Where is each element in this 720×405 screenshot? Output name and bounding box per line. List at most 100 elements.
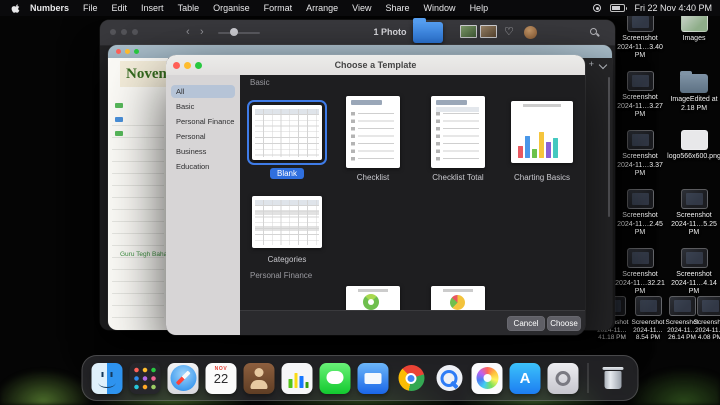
desktop-icon-label: Screenshot 2024-11…4.14 PM (671, 271, 717, 295)
folder-icon (680, 71, 708, 93)
dock-icon-finder[interactable] (91, 362, 123, 394)
calendar-event-text: Guru Tegh Baha (120, 251, 168, 258)
template-checklist-label: Checklist (356, 173, 390, 182)
dock-divider (587, 363, 589, 393)
desktop-icon-screenshot[interactable]: Screenshot 2024-11…3.27 PM (613, 71, 667, 120)
apple-menu-icon[interactable] (11, 3, 20, 14)
dock-icon-launchpad[interactable] (129, 362, 161, 394)
sidebar-item-basic[interactable]: Basic (171, 100, 235, 113)
screenshot-thumbnail-icon (634, 296, 662, 316)
menu-app-name[interactable]: Numbers (23, 3, 76, 13)
favorite-heart-icon[interactable]: ♡ (504, 25, 514, 38)
template-checklist[interactable] (346, 96, 400, 168)
desktop-icon-screenshot[interactable]: Screenshot 2024-11…4.14 PM (667, 248, 720, 297)
dialog-bottom-bar: Cancel Choose (240, 310, 585, 335)
template-blank-label: Blank (252, 168, 322, 179)
template-charting-basics[interactable] (511, 101, 573, 163)
zoom-button[interactable] (132, 29, 138, 35)
template-chooser-dialog: Choose a Template All Basic Personal Fin… (166, 55, 585, 335)
menu-window[interactable]: Window (417, 3, 463, 13)
blue-folder-icon[interactable] (413, 18, 443, 43)
calendar-event-marker (115, 117, 123, 122)
menu-insert[interactable]: Insert (134, 3, 171, 13)
zoom-slider[interactable] (218, 32, 260, 34)
dock-icon-trash[interactable] (598, 363, 629, 394)
dock-icon-quicktime[interactable] (434, 363, 465, 394)
calendar-event-marker (115, 131, 123, 136)
desktop-icon-screenshot[interactable]: Screenshot 2024-11…4.08 PM (690, 296, 720, 342)
menu-bar-left: Numbers File Edit Insert Table Organise … (8, 3, 495, 14)
desktop-icon-screenshot[interactable]: Screenshot 2024-11…32.21 PM (613, 248, 667, 297)
sidebar-item-personal-finance[interactable]: Personal Finance (171, 115, 235, 128)
dock-icon-system-settings[interactable] (547, 362, 579, 394)
menu-view[interactable]: View (345, 3, 378, 13)
dock-icon-messages[interactable] (319, 362, 351, 394)
screenshot-thumbnail-icon (680, 248, 708, 268)
dock-icon-safari[interactable] (167, 362, 199, 394)
add-sheet-icon[interactable]: + (589, 60, 594, 69)
menu-file[interactable]: File (76, 3, 105, 13)
template-categories[interactable] (252, 196, 322, 248)
screenshot-thumbnail-icon (626, 71, 654, 91)
menu-format[interactable]: Format (257, 3, 300, 13)
desktop-icon-label: Images (682, 35, 706, 42)
menu-bar: Numbers File Edit Insert Table Organise … (0, 0, 720, 16)
menu-help[interactable]: Help (463, 3, 496, 13)
desktop: Numbers File Edit Insert Table Organise … (0, 0, 720, 405)
close-button[interactable] (110, 29, 116, 35)
template-blank[interactable] (247, 100, 327, 165)
chevron-down-icon[interactable] (598, 60, 608, 70)
cancel-button[interactable]: Cancel (507, 315, 545, 331)
menu-arrange[interactable]: Arrange (299, 3, 345, 13)
minimize-button[interactable] (121, 29, 127, 35)
screenshot-thumbnail-icon (626, 189, 654, 209)
dock-icon-chrome[interactable] (396, 363, 427, 394)
forward-icon[interactable]: › (200, 25, 204, 39)
desktop-icon-label: Screenshot 2024-11…32.21 PM (615, 271, 665, 295)
avatar[interactable] (524, 26, 537, 39)
template-grid: Basic Blank Checklist Checklist Total Ch… (240, 75, 585, 335)
photo-thumbnail[interactable] (460, 25, 477, 38)
battery-icon[interactable] (610, 4, 628, 12)
menu-share[interactable]: Share (379, 3, 417, 13)
screen-record-icon[interactable] (593, 4, 602, 12)
desktop-icon-screenshot[interactable]: Screenshot 2024-11…3.37 PM (613, 130, 667, 179)
sidebar-item-education[interactable]: Education (171, 160, 235, 173)
back-icon[interactable]: ‹ (186, 25, 190, 39)
zoom-slider-knob[interactable] (230, 28, 238, 36)
template-categories-label: Categories (267, 255, 307, 264)
dock-icon-contacts[interactable] (243, 362, 275, 394)
desktop-icon-images[interactable]: Images (667, 12, 720, 44)
desktop-icon-png-file[interactable]: logo566x600.png (667, 130, 720, 162)
scrollbar[interactable] (608, 77, 610, 217)
desktop-icon-label: Screenshot 2024-11…4.08 PM (693, 319, 720, 341)
choose-button[interactable]: Choose (547, 315, 581, 331)
close-button[interactable] (116, 49, 121, 54)
desktop-icon-folder[interactable]: ImageEdited at 2.18 PM (667, 71, 720, 113)
dock-icon-mail[interactable] (357, 362, 389, 394)
search-icon[interactable] (590, 28, 597, 35)
dock-icon-photos[interactable] (471, 362, 503, 394)
desktop-icon-label: Screenshot 2024-11…5.25 PM (671, 212, 717, 236)
dock-icon-app-store[interactable] (509, 362, 541, 394)
sidebar-item-business[interactable]: Business (171, 145, 235, 158)
template-blank-pill[interactable]: Blank (269, 168, 304, 179)
dock: NOV 22 (81, 355, 639, 401)
screenshot-thumbnail-icon (696, 296, 720, 316)
zoom-button[interactable] (134, 49, 139, 54)
desktop-icon-screenshot[interactable]: Screenshot 2024-11…2.45 PM (613, 189, 667, 238)
screenshot-thumbnail-icon (680, 189, 708, 209)
menu-organise[interactable]: Organise (206, 3, 257, 13)
dock-icon-numbers[interactable] (281, 362, 313, 394)
menu-edit[interactable]: Edit (105, 3, 135, 13)
menu-bar-clock[interactable]: Fri 22 Nov 4:40 PM (634, 3, 712, 13)
dock-icon-calendar[interactable]: NOV 22 (205, 362, 237, 394)
minimize-button[interactable] (125, 49, 130, 54)
desktop-icon-screenshot[interactable]: Screenshot 2024-11…3.40 PM (613, 12, 667, 61)
desktop-icon-screenshot[interactable]: Screenshot 2024-11…5.25 PM (667, 189, 720, 238)
sidebar-item-all[interactable]: All (171, 85, 235, 98)
menu-table[interactable]: Table (171, 3, 207, 13)
template-checklist-total[interactable] (431, 96, 485, 168)
sidebar-item-personal[interactable]: Personal (171, 130, 235, 143)
photo-thumbnail[interactable] (480, 25, 497, 38)
